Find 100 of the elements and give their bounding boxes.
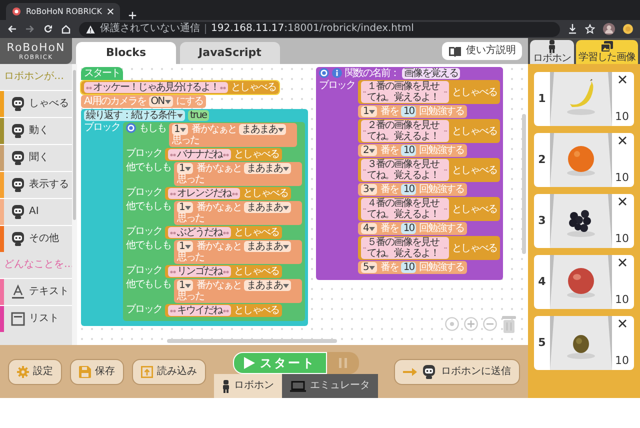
block-label: 番かなぁと [196, 163, 242, 174]
back-icon[interactable] [7, 24, 17, 34]
block-label: 回勉強する [419, 145, 464, 156]
caret-icon [283, 206, 290, 210]
count-field[interactable]: 10 [401, 145, 416, 156]
text-field[interactable]: ５番の画像を見せてね。覚えるよ！ [361, 237, 449, 259]
category-item[interactable]: テキスト [0, 278, 72, 305]
address-bar[interactable]: 保護されていない通信 192.168.11.17:18001/robrick/index.html [79, 22, 560, 36]
editor-tab[interactable]: Blocks [76, 42, 176, 64]
image-count: 10 [615, 233, 629, 245]
category-item[interactable]: AI [0, 198, 72, 225]
image-number: 3 [537, 213, 547, 229]
panel-tab[interactable]: 学習した画像 [576, 40, 638, 64]
extension-icon[interactable] [623, 24, 633, 34]
caret-icon [369, 110, 376, 114]
certainty-dropdown[interactable]: まあまあ [244, 280, 292, 291]
certainty-dropdown[interactable]: まあまあ [244, 241, 292, 252]
new-tab-icon[interactable] [128, 11, 137, 20]
gear-icon[interactable] [126, 123, 136, 133]
certainty-dropdown[interactable]: まあまあ [244, 163, 292, 174]
block-label: ブロック [84, 122, 120, 133]
number-dropdown[interactable]: 1 [361, 106, 378, 117]
text-field[interactable]: ２番の画像を見せてね。覚えるよ！ [361, 120, 449, 142]
block-label: にする [176, 96, 204, 107]
count-field[interactable]: 10 [401, 184, 416, 195]
caret-icon [283, 166, 290, 170]
close-icon[interactable] [618, 75, 626, 84]
text-field[interactable]: ３番の画像を見せてね。覚えるよ！ [361, 159, 449, 181]
certainty-dropdown[interactable]: まあまあ [239, 124, 286, 135]
target-tab[interactable]: エミュレータ [282, 374, 378, 398]
function-name-field[interactable]: 画像を覚える [402, 68, 460, 79]
star-icon[interactable] [585, 24, 595, 34]
condition-field[interactable]: true [188, 110, 209, 121]
number-dropdown[interactable]: 1 [177, 241, 194, 252]
panel-tab[interactable]: ロボホン [530, 40, 574, 64]
favicon-icon [12, 7, 21, 16]
category-item[interactable]: その他 [0, 225, 72, 252]
robot-icon [548, 40, 556, 53]
block-label: 他でもしも [126, 201, 171, 212]
info-icon[interactable] [332, 68, 342, 78]
number-dropdown[interactable]: 1 [172, 124, 188, 135]
number-dropdown[interactable]: 3 [361, 184, 378, 195]
home-icon[interactable] [61, 24, 71, 34]
certainty-dropdown[interactable]: まあまあ [244, 202, 292, 213]
settings-button[interactable]: 設定 [8, 358, 62, 384]
category-item[interactable]: 動く [0, 117, 72, 144]
caret-icon [165, 100, 172, 104]
caret-icon [180, 128, 186, 132]
close-icon[interactable] [618, 136, 626, 145]
count-field[interactable]: 10 [401, 106, 416, 117]
gear-icon [17, 366, 29, 378]
target-tab[interactable]: ロボホン [214, 374, 282, 398]
block-label: 他でもしも [126, 240, 171, 251]
block-label: 回勉強する [419, 223, 464, 234]
category-item[interactable]: 表示する [0, 171, 72, 198]
category-item[interactable]: リスト [0, 305, 72, 332]
text-field[interactable]: バナナだね [168, 149, 231, 160]
quote-icon [223, 308, 229, 314]
count-field[interactable]: 10 [401, 262, 416, 273]
number-dropdown[interactable]: 1 [177, 280, 194, 291]
image-count: 10 [615, 355, 629, 367]
text-field[interactable]: リンゴだね [168, 266, 231, 277]
text-field[interactable]: オレンジだね [168, 188, 240, 199]
gear-icon[interactable] [319, 68, 329, 78]
reload-icon[interactable] [43, 24, 53, 34]
send-button[interactable]: ロボホンに送信 [394, 358, 520, 384]
close-icon[interactable] [618, 197, 626, 206]
block-label: 回勉強する [419, 106, 464, 117]
download-icon[interactable] [568, 24, 577, 34]
block-label: としゃべる [231, 82, 276, 93]
editor-tab[interactable]: JavaScript [180, 42, 280, 64]
close-icon[interactable] [618, 319, 626, 328]
text-field[interactable]: キウイだね [168, 305, 231, 316]
browser-tab[interactable]: RoBoHoN ROBRICK [6, 3, 120, 20]
avatar-icon[interactable] [603, 23, 615, 35]
category-item[interactable]: しゃべる [0, 90, 72, 117]
start-block: スタート [81, 67, 123, 80]
loop-dropdown[interactable]: 繰り返す：続ける条件 [84, 110, 185, 121]
number-dropdown[interactable]: 4 [361, 223, 378, 234]
count-field[interactable]: 10 [401, 223, 416, 234]
scrollbar[interactable] [522, 114, 526, 254]
camera-dropdown[interactable]: ON [148, 96, 174, 107]
category-item[interactable]: 聞く [0, 144, 72, 171]
scrollbar[interactable] [167, 339, 337, 343]
image-count: 10 [615, 111, 629, 123]
help-button[interactable]: 使い方説明 [442, 42, 522, 60]
caret-icon [369, 266, 376, 270]
number-dropdown[interactable]: 1 [177, 202, 194, 213]
section-heading: ロボホンが… [3, 70, 65, 84]
text-field[interactable]: １番の画像を見せてね。覚えるよ！ [361, 81, 449, 103]
close-icon[interactable] [618, 258, 626, 267]
number-dropdown[interactable]: 5 [361, 262, 378, 273]
load-button[interactable]: 読み込み [132, 358, 206, 384]
text-field[interactable]: ぶどうだね [168, 227, 231, 238]
number-dropdown[interactable]: 2 [361, 145, 378, 156]
number-dropdown[interactable]: 1 [177, 163, 194, 174]
text-field[interactable]: ４番の画像を見せてね。覚えるよ！ [361, 198, 449, 220]
forward-icon[interactable] [25, 24, 35, 34]
save-button[interactable]: 保存 [70, 358, 124, 384]
text-field[interactable]: オッケー！じゃあ見分けるよ！ [84, 82, 228, 93]
